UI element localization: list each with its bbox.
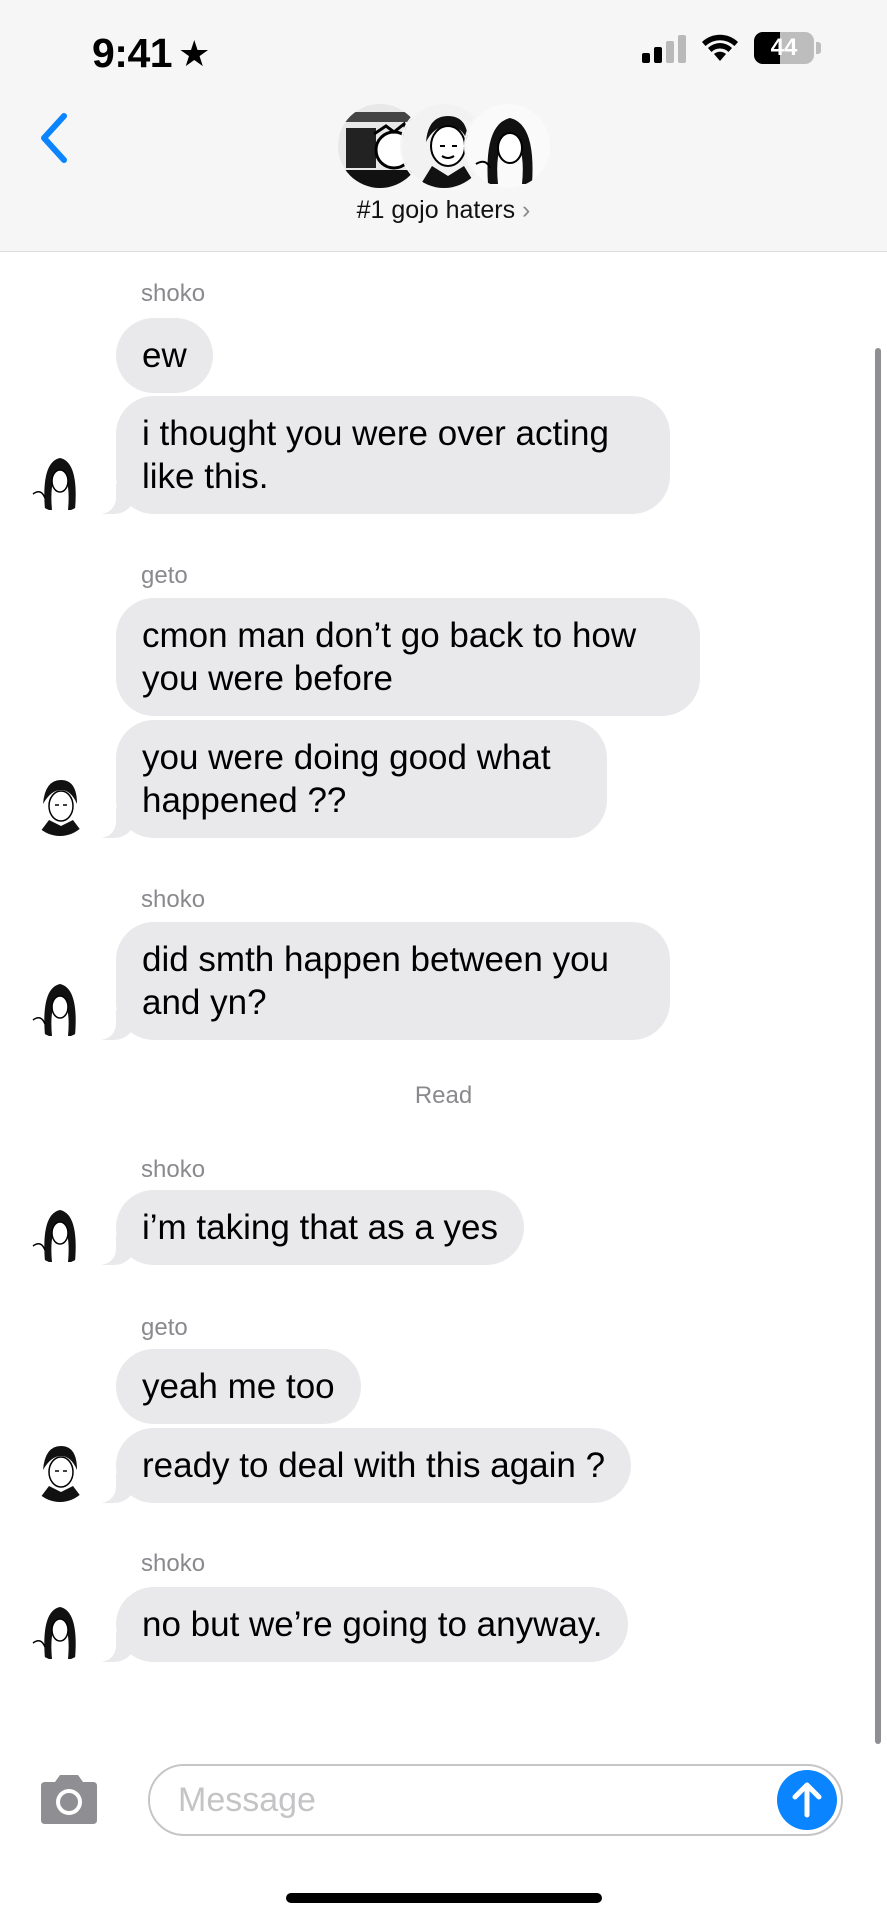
battery-icon: 44 xyxy=(754,32,821,64)
message-text: no but we’re going to anyway. xyxy=(142,1605,603,1644)
avatar[interactable] xyxy=(29,1202,91,1264)
message-bubble[interactable]: no but we’re going to anyway. xyxy=(89,1587,629,1662)
message-text: cmon man don’t go back to how you were b… xyxy=(142,616,637,698)
back-button[interactable] xyxy=(30,108,80,168)
avatar[interactable] xyxy=(29,774,91,836)
camera-icon xyxy=(41,1775,97,1824)
message-bubble[interactable]: you were doing good what happened ?? xyxy=(90,720,607,838)
message-bubble[interactable]: i thought you were over acting like this… xyxy=(90,396,670,514)
avatar[interactable] xyxy=(29,976,91,1038)
member-avatar xyxy=(464,102,552,190)
sender-name: shoko xyxy=(141,1156,206,1183)
send-button[interactable] xyxy=(777,1770,837,1830)
home-indicator[interactable] xyxy=(286,1893,602,1903)
message-text: ew xyxy=(142,336,187,375)
message-text: you were doing good what happened ?? xyxy=(142,738,551,820)
message-input[interactable] xyxy=(178,1776,738,1824)
status-bar-indicators: 44 xyxy=(642,32,821,64)
group-name-button[interactable]: #1 gojo haters › xyxy=(0,196,887,225)
message-bubble[interactable]: ew xyxy=(116,318,213,393)
avatar[interactable] xyxy=(29,1599,91,1661)
sender-name: geto xyxy=(141,562,188,589)
message-text: ready to deal with this again ? xyxy=(142,1446,606,1485)
message-composer xyxy=(148,1764,843,1836)
wifi-icon xyxy=(702,34,738,61)
camera-button[interactable] xyxy=(35,1772,103,1828)
conversation-header: 9:41 ★ 44 #1 gojo haters › xyxy=(0,0,887,252)
message-text: i’m taking that as a yes xyxy=(142,1208,498,1247)
message-bubble[interactable]: cmon man don’t go back to how you were b… xyxy=(116,598,700,716)
back-chevron-icon xyxy=(41,113,67,163)
group-avatars[interactable] xyxy=(336,102,552,190)
send-arrow-icon xyxy=(792,1782,822,1818)
avatar[interactable] xyxy=(29,1440,91,1502)
message-text: did smth happen between you and yn? xyxy=(142,940,609,1022)
message-bubble[interactable]: ready to deal with this again ? xyxy=(89,1428,632,1503)
sender-name: shoko xyxy=(141,1550,206,1577)
scrollbar[interactable] xyxy=(875,348,881,1744)
message-bubble[interactable]: i’m taking that as a yes xyxy=(90,1190,524,1265)
clock-time: 9:41 xyxy=(92,30,173,76)
read-receipt: Read xyxy=(414,1082,473,1109)
message-bubble[interactable]: yeah me too xyxy=(116,1349,361,1424)
message-text: yeah me too xyxy=(142,1367,335,1406)
message-text: i thought you were over acting like this… xyxy=(142,414,609,496)
battery-level: 44 xyxy=(770,34,798,61)
avatar[interactable] xyxy=(29,450,91,512)
chevron-right-icon: › xyxy=(522,196,531,224)
star-icon: ★ xyxy=(178,32,210,74)
signal-icon xyxy=(642,33,686,63)
status-bar-time: 9:41 ★ xyxy=(92,30,210,77)
message-bubble[interactable]: did smth happen between you and yn? xyxy=(90,922,670,1040)
sender-name: shoko xyxy=(141,886,206,913)
sender-name: shoko xyxy=(141,280,206,307)
group-name: #1 gojo haters xyxy=(356,196,516,224)
sender-name: geto xyxy=(141,1314,188,1341)
